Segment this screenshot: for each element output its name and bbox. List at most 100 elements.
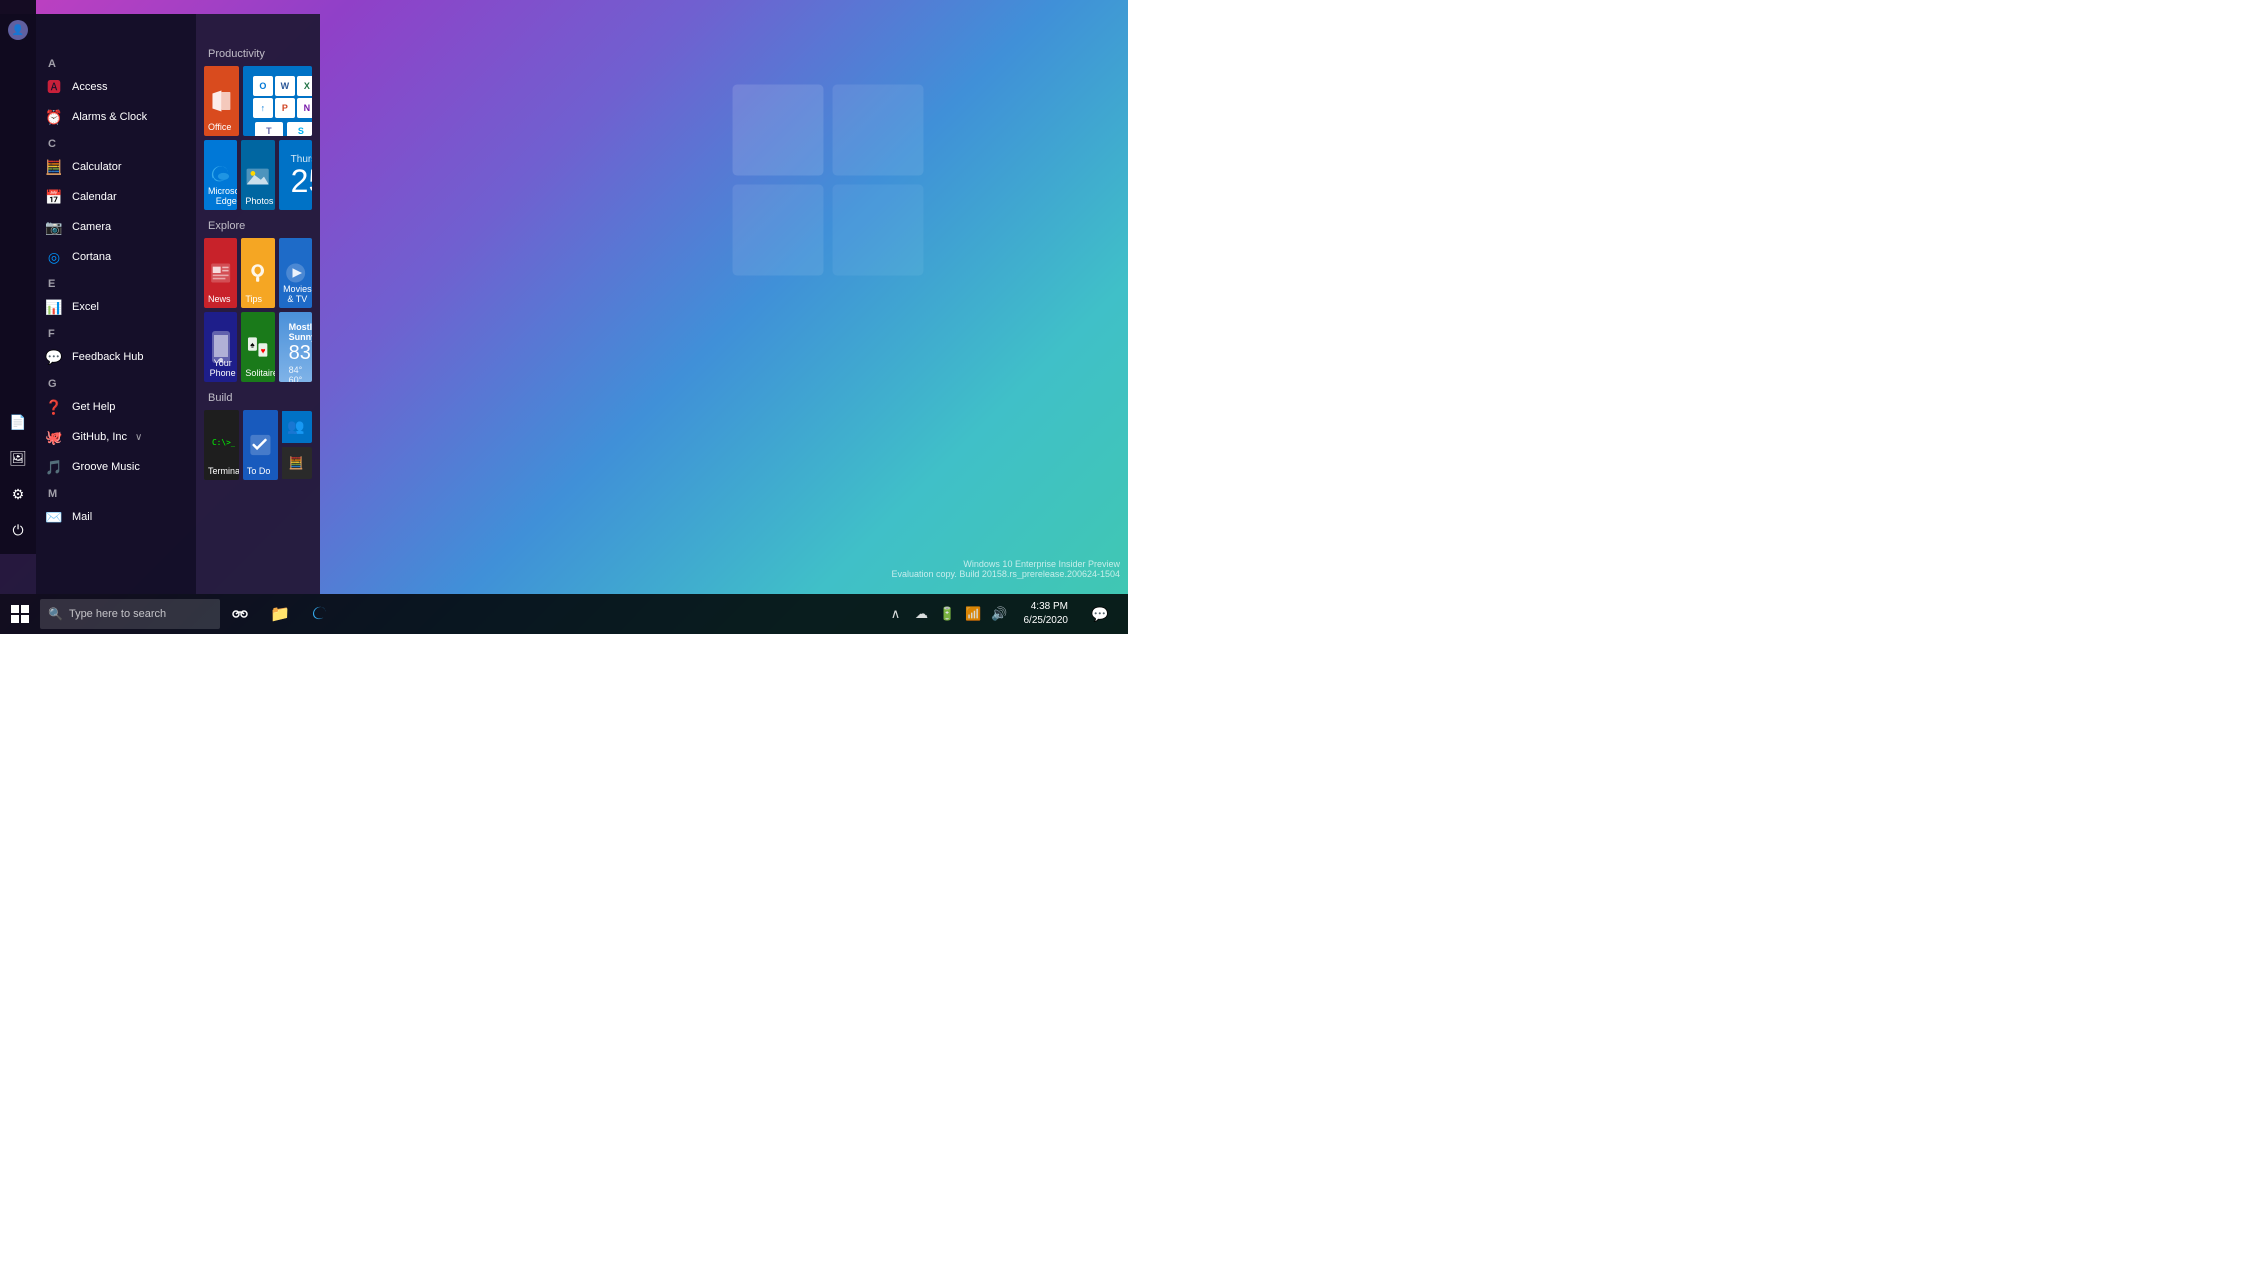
letter-c: C: [36, 132, 196, 152]
search-placeholder: Type here to search: [69, 608, 166, 620]
app-item-alarms[interactable]: ⏰ Alarms & Clock: [36, 102, 196, 132]
calendar-icon: 📅: [44, 187, 64, 207]
excel-tile-icon: X: [297, 76, 312, 96]
calendar-tile[interactable]: Thursday 25: [279, 140, 312, 210]
app-item-excel[interactable]: 📊 Excel: [36, 292, 196, 322]
productivity-row-1: Office O W X ↑ P N: [204, 66, 312, 136]
news-tile-label: News: [208, 294, 231, 304]
weather-condition: Mostly Sunny: [289, 322, 302, 342]
taskbar-clock[interactable]: 4:38 PM 6/25/2020: [1016, 600, 1077, 628]
notification-center-button[interactable]: 💬: [1080, 594, 1120, 634]
search-bar[interactable]: 🔍 Type here to search: [40, 599, 220, 629]
sharepoint-icon: ↑: [253, 98, 273, 118]
power-icon-btn[interactable]: ⏻: [2, 514, 34, 546]
letter-m: M: [36, 482, 196, 502]
letter-a: A: [36, 52, 196, 72]
weather-content: Mostly Sunny 83° 84° 60° Redmond: [283, 316, 308, 378]
taskbar: 🔍 Type here to search 📁: [0, 594, 1128, 634]
start-button[interactable]: [0, 594, 40, 634]
calculator-icon: 🧮: [44, 157, 64, 177]
tips-tile[interactable]: Tips: [241, 238, 274, 308]
app-item-github[interactable]: 🐙 GitHub, Inc ∨: [36, 422, 196, 452]
app-list: A 🅰 Access ⏰ Alarms & Clock C 🧮 Calculat…: [36, 14, 196, 594]
mail-tile[interactable]: O W X ↑ P N T S: [243, 66, 312, 136]
app-item-gethelp[interactable]: ❓ Get Help: [36, 392, 196, 422]
terminal-tile[interactable]: C:\>_ Terminal: [204, 410, 239, 480]
people-icon: 👥: [287, 418, 304, 435]
solitaire-tile[interactable]: ♠ ♥ Solitaire: [241, 312, 274, 382]
docs-icon-btn[interactable]: 📄: [2, 406, 34, 438]
edge-tile[interactable]: Microsoft Edge: [204, 140, 237, 210]
letter-f: F: [36, 322, 196, 342]
office-tile[interactable]: Office: [204, 66, 239, 136]
taskbar-right: ∧ ☁ 🔋 📶 🔊 4:38 PM 6/25/2020 💬: [884, 594, 1129, 634]
small-tiles-group: ⟩ 👥 🐙 🧮: [282, 410, 312, 480]
settings-icon: ⚙: [12, 486, 25, 503]
movies-tile[interactable]: Movies & TV: [279, 238, 312, 308]
weather-range: 84° 60°: [289, 365, 302, 382]
chevron-up-icon[interactable]: ∧: [884, 594, 908, 634]
phone-tile[interactable]: Your Phone: [204, 312, 237, 382]
battery-icon[interactable]: 🔋: [936, 594, 960, 634]
build-label: Build: [204, 388, 312, 410]
app-item-groove[interactable]: 🎵 Groove Music: [36, 452, 196, 482]
pictures-icon-btn[interactable]: 🖼: [2, 442, 34, 474]
github-expand-icon: ∨: [135, 432, 142, 443]
weather-temp: 83°: [289, 342, 312, 364]
news-tile[interactable]: News: [204, 238, 237, 308]
calendar-content: Thursday 25: [283, 146, 308, 205]
svg-text:♥: ♥: [261, 347, 266, 356]
todo-tile[interactable]: To Do: [243, 410, 278, 480]
letter-g: G: [36, 372, 196, 392]
settings-icon-btn[interactable]: ⚙: [2, 478, 34, 510]
edge-tile-label: Microsoft Edge: [208, 186, 237, 206]
calculator-small-tile[interactable]: 🧮: [282, 447, 312, 479]
explore-row-1: News Tips: [204, 238, 312, 308]
weather-tile[interactable]: Mostly Sunny 83° 84° 60° Redmond: [279, 312, 312, 382]
solitaire-tile-label: Solitaire: [245, 368, 274, 378]
windows-logo-desktop: [728, 80, 928, 280]
folder-icon: 📁: [270, 604, 290, 624]
powerpoint-icon: P: [275, 98, 295, 118]
network-icon[interactable]: 📶: [962, 594, 986, 634]
gethelp-icon: ❓: [44, 397, 64, 417]
word-icon: W: [275, 76, 295, 96]
windows-watermark: Windows 10 Enterprise Insider Preview Ev…: [892, 559, 1121, 579]
skype-icon: S: [287, 122, 312, 136]
start-menu: 👤 📄 🖼 ⚙ ⏻ A 🅰 Access: [0, 14, 320, 594]
app-item-cortana[interactable]: ◎ Cortana: [36, 242, 196, 272]
office-tile-label: Office: [208, 122, 231, 132]
movies-tile-label: Movies & TV: [283, 284, 312, 304]
photos-tile[interactable]: Photos: [241, 140, 274, 210]
groove-icon: 🎵: [44, 457, 64, 477]
weather-temp-area: 83° 84° 60°: [289, 342, 302, 382]
tiles-area: Productivity Office: [196, 14, 320, 594]
calendar-day-num: 25: [291, 165, 300, 197]
system-tray-icons: ∧ ☁ 🔋 📶 🔊: [884, 594, 1012, 634]
mail-apps-grid: O W X ↑ P N: [249, 72, 312, 122]
app-item-calendar[interactable]: 📅 Calendar: [36, 182, 196, 212]
app-item-calculator[interactable]: 🧮 Calculator: [36, 152, 196, 182]
clock-time: 4:38 PM: [1024, 600, 1069, 614]
user-avatar-btn[interactable]: 👤: [2, 14, 34, 46]
edge-taskbar[interactable]: [300, 594, 340, 634]
outlook-icon: O: [253, 76, 273, 96]
user-avatar: 👤: [8, 20, 28, 40]
svg-text:C:\>_: C:\>_: [212, 438, 235, 447]
calendar-day-name: Thursday: [291, 154, 300, 165]
notification-icon: 💬: [1091, 606, 1108, 623]
teams-icon: T: [255, 122, 283, 136]
app-item-camera[interactable]: 📷 Camera: [36, 212, 196, 242]
app-item-mail[interactable]: ✉️ Mail: [36, 502, 196, 532]
app-item-feedback[interactable]: 💬 Feedback Hub: [36, 342, 196, 372]
people-tile[interactable]: 👥: [282, 411, 312, 443]
onedrive-icon[interactable]: ☁: [910, 594, 934, 634]
svg-text:♠: ♠: [251, 341, 256, 350]
build-row-1: C:\>_ Terminal To Do: [204, 410, 312, 480]
task-view-button[interactable]: [220, 594, 260, 634]
docs-icon: 📄: [9, 414, 26, 431]
volume-icon[interactable]: 🔊: [988, 594, 1012, 634]
file-explorer-taskbar[interactable]: 📁: [260, 594, 300, 634]
feedback-icon: 💬: [44, 347, 64, 367]
app-item-access[interactable]: 🅰 Access: [36, 72, 196, 102]
